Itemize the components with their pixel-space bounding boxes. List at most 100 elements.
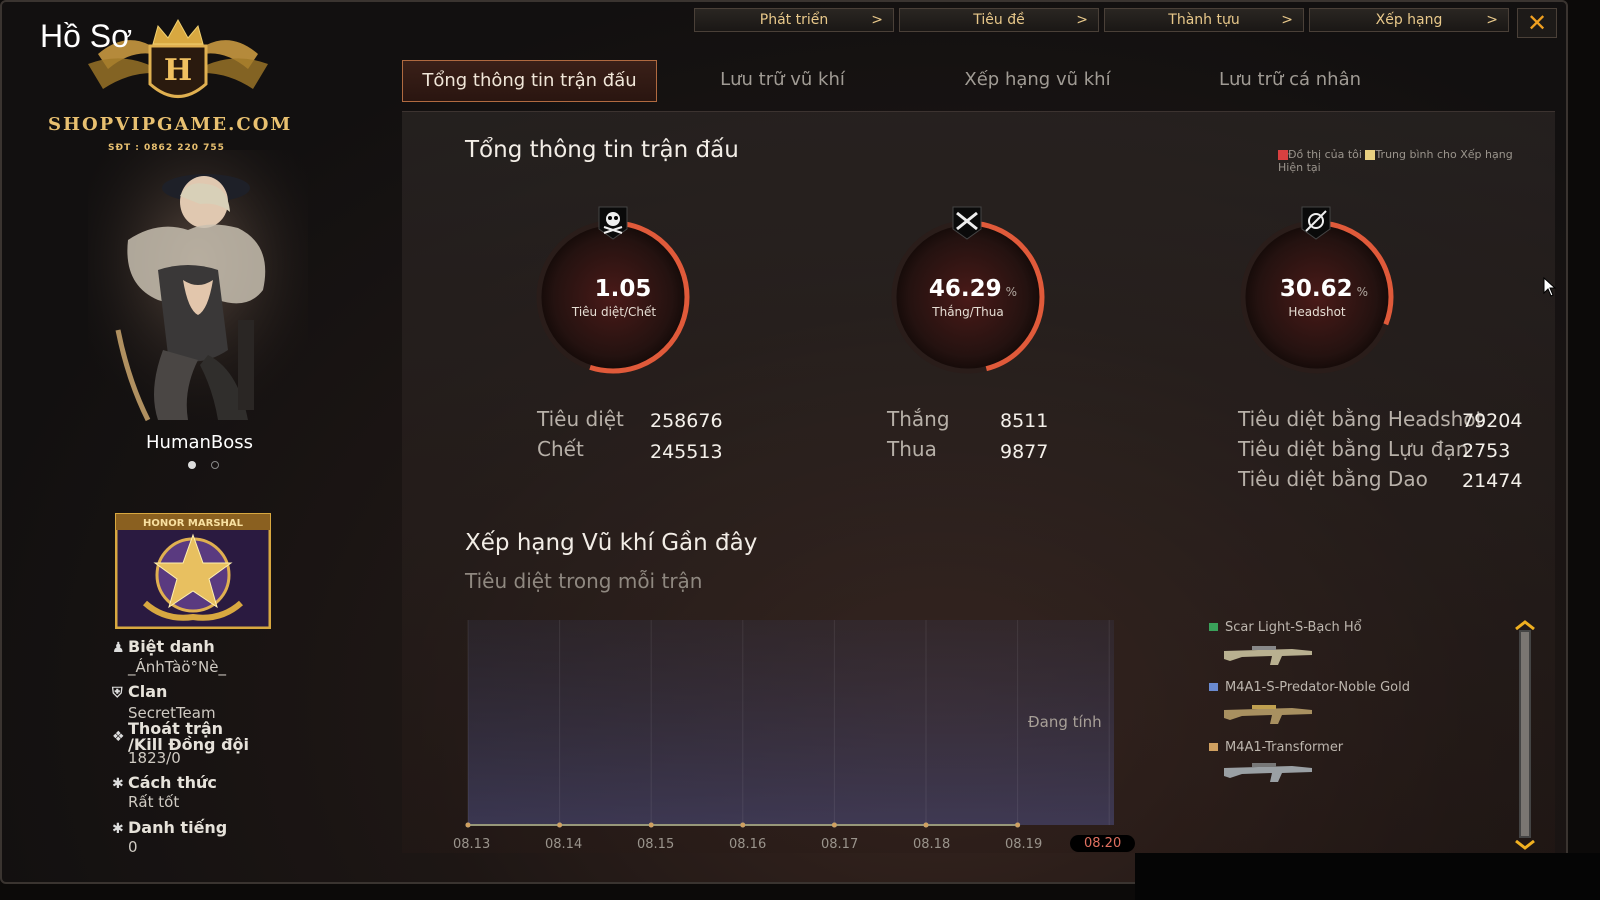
x-tick-label: 08.18 [913, 837, 951, 852]
gear-icon: ✱ [112, 821, 124, 837]
nickname-label: ♟ Biệt danh [112, 637, 215, 656]
rank-badge: HONOR MARSHAL [115, 513, 271, 629]
chevron-right-icon: > [1076, 12, 1088, 28]
data-point [740, 822, 746, 828]
manner-label: ✱ Cách thức [112, 773, 217, 792]
chevron-right-icon: > [871, 12, 883, 28]
x-tick-label: 08.16 [729, 837, 767, 852]
x-tick-label: 08.13 [453, 837, 491, 852]
data-point [1015, 822, 1021, 828]
chevron-right-icon: > [1281, 12, 1293, 28]
tab-personal-archive[interactable]: Lưu trữ cá nhân [1185, 60, 1395, 102]
grenade-kills-value: 2753 [1462, 440, 1511, 462]
computing-label: Đang tính [1028, 713, 1102, 731]
headshot-kills-label: Tiêu diệt bằng Headshot [1238, 407, 1484, 431]
headshot-icon [1301, 206, 1331, 240]
player-name: HumanBoss [146, 432, 254, 453]
topnav-ranking[interactable]: Xếp hạng > [1309, 8, 1509, 32]
weapon-swatch [1209, 623, 1218, 631]
knife-kills-value: 21474 [1462, 470, 1523, 492]
scrollbar[interactable] [1519, 630, 1531, 838]
headshot-label: Headshot [1288, 305, 1346, 319]
quit-value: 1823/0 [128, 749, 181, 767]
skull-icon [598, 206, 628, 240]
clan-label: ⛨ Clan [112, 682, 168, 701]
chart-legend: Đồ thị của tôi Trung bình cho Xếp hạng H… [1278, 148, 1540, 174]
nickname-value: _ÁnhTàö°Nè_ [128, 658, 227, 676]
crossed-guns-icon [952, 206, 982, 240]
kd-value: 1.05 [594, 276, 652, 302]
carousel-dot-active[interactable] [188, 461, 196, 469]
runner-icon: ❖ [112, 729, 125, 745]
wins-value: 8511 [1000, 410, 1049, 432]
topnav-achievements[interactable]: Thành tựu > [1104, 8, 1304, 32]
kd-label: Tiêu diệt/Chết [571, 305, 657, 319]
logo-site: SHOPVIPGAME.COM [48, 114, 293, 135]
scroll-down-icon[interactable] [1514, 840, 1536, 850]
topnav-label: Phát triển [759, 12, 829, 28]
kills-value: 258676 [650, 410, 723, 432]
fame-label: ✱ Danh tiếng [112, 818, 228, 837]
bottom-strip [1135, 853, 1600, 900]
grenade-kills-label: Tiêu diệt bằng Lựu đạn [1238, 437, 1469, 461]
tab-match-summary[interactable]: Tổng thông tin trận đấu [402, 60, 657, 102]
close-icon: ✕ [1526, 9, 1548, 37]
rifle-icon [1224, 646, 1312, 665]
person-icon: ♟ [112, 640, 125, 656]
x-tick-label: 08.15 [637, 837, 675, 852]
tab-weapon-ranking[interactable]: Xếp hạng vũ khí [935, 60, 1140, 102]
legend-swatch-avg [1365, 150, 1376, 160]
weapon-name[interactable]: Scar Light-S-Bạch Hổ [1225, 620, 1362, 635]
x-tick-label: 08.14 [545, 837, 583, 852]
x-tick-label: 08.17 [821, 837, 859, 852]
badge-title: HONOR MARSHAL [143, 518, 244, 529]
headshot-kills-value: 79204 [1462, 410, 1523, 432]
data-point [648, 822, 654, 828]
data-point [831, 822, 837, 828]
data-point [557, 822, 563, 828]
knife-kills-label: Tiêu diệt bằng Dao [1238, 467, 1428, 491]
topnav-label: Tiêu đề [973, 12, 1025, 28]
crest-letter: H [164, 53, 192, 88]
cursor-icon [1543, 277, 1557, 297]
data-point [923, 822, 929, 828]
legend-mine: Đồ thị của tôi [1288, 148, 1362, 161]
carousel-dot[interactable] [211, 461, 219, 469]
wins-label: Thắng [887, 407, 950, 431]
headshot-value: 30.62% [1279, 276, 1369, 302]
clan-icon: ⛨ [112, 685, 123, 701]
x-tick-label[interactable]: 08.20 [1070, 835, 1136, 852]
x-tick-label: 08.19 [1005, 837, 1043, 852]
weapon-swatch [1209, 743, 1218, 751]
legend-swatch-mine [1278, 150, 1288, 160]
weapon-swatch [1209, 683, 1218, 691]
topnav-label: Thành tựu [1168, 12, 1240, 28]
chevron-right-icon: > [1486, 12, 1498, 28]
character-portrait [88, 150, 308, 430]
winrate-value: 46.29% [928, 276, 1018, 302]
weapon-name[interactable]: M4A1-S-Predator-Noble Gold [1225, 680, 1410, 695]
recent-title: Xếp hạng Vũ khí Gần đây [465, 530, 758, 556]
deaths-value: 245513 [650, 441, 723, 463]
topnav-development[interactable]: Phát triển > [694, 8, 894, 32]
weapon-name[interactable]: M4A1-Transformer [1225, 740, 1343, 755]
recent-subtitle: Tiêu diệt trong mỗi trận [465, 569, 703, 593]
winrate-label: Thắng/Thua [932, 305, 1004, 319]
window-title: Hồ Sơ [40, 18, 133, 54]
scroll-up-icon[interactable] [1514, 620, 1536, 630]
summary-title: Tổng thông tin trận đấu [465, 137, 739, 163]
topnav-titles[interactable]: Tiêu đề > [899, 8, 1099, 32]
data-point [465, 822, 471, 828]
rifle-icon [1224, 705, 1312, 724]
close-button[interactable]: ✕ [1517, 8, 1557, 38]
gear-icon: ✱ [112, 776, 124, 792]
deaths-label: Chết [537, 437, 584, 461]
rifle-icon [1224, 763, 1312, 782]
tab-weapon-archive[interactable]: Lưu trữ vũ khí [680, 60, 885, 102]
losses-value: 9877 [1000, 441, 1049, 463]
manner-value: Rất tốt [128, 793, 180, 811]
losses-label: Thua [887, 437, 937, 461]
kills-label: Tiêu diệt [537, 407, 624, 431]
topnav-label: Xếp hạng [1375, 12, 1443, 28]
fame-value: 0 [128, 838, 138, 856]
